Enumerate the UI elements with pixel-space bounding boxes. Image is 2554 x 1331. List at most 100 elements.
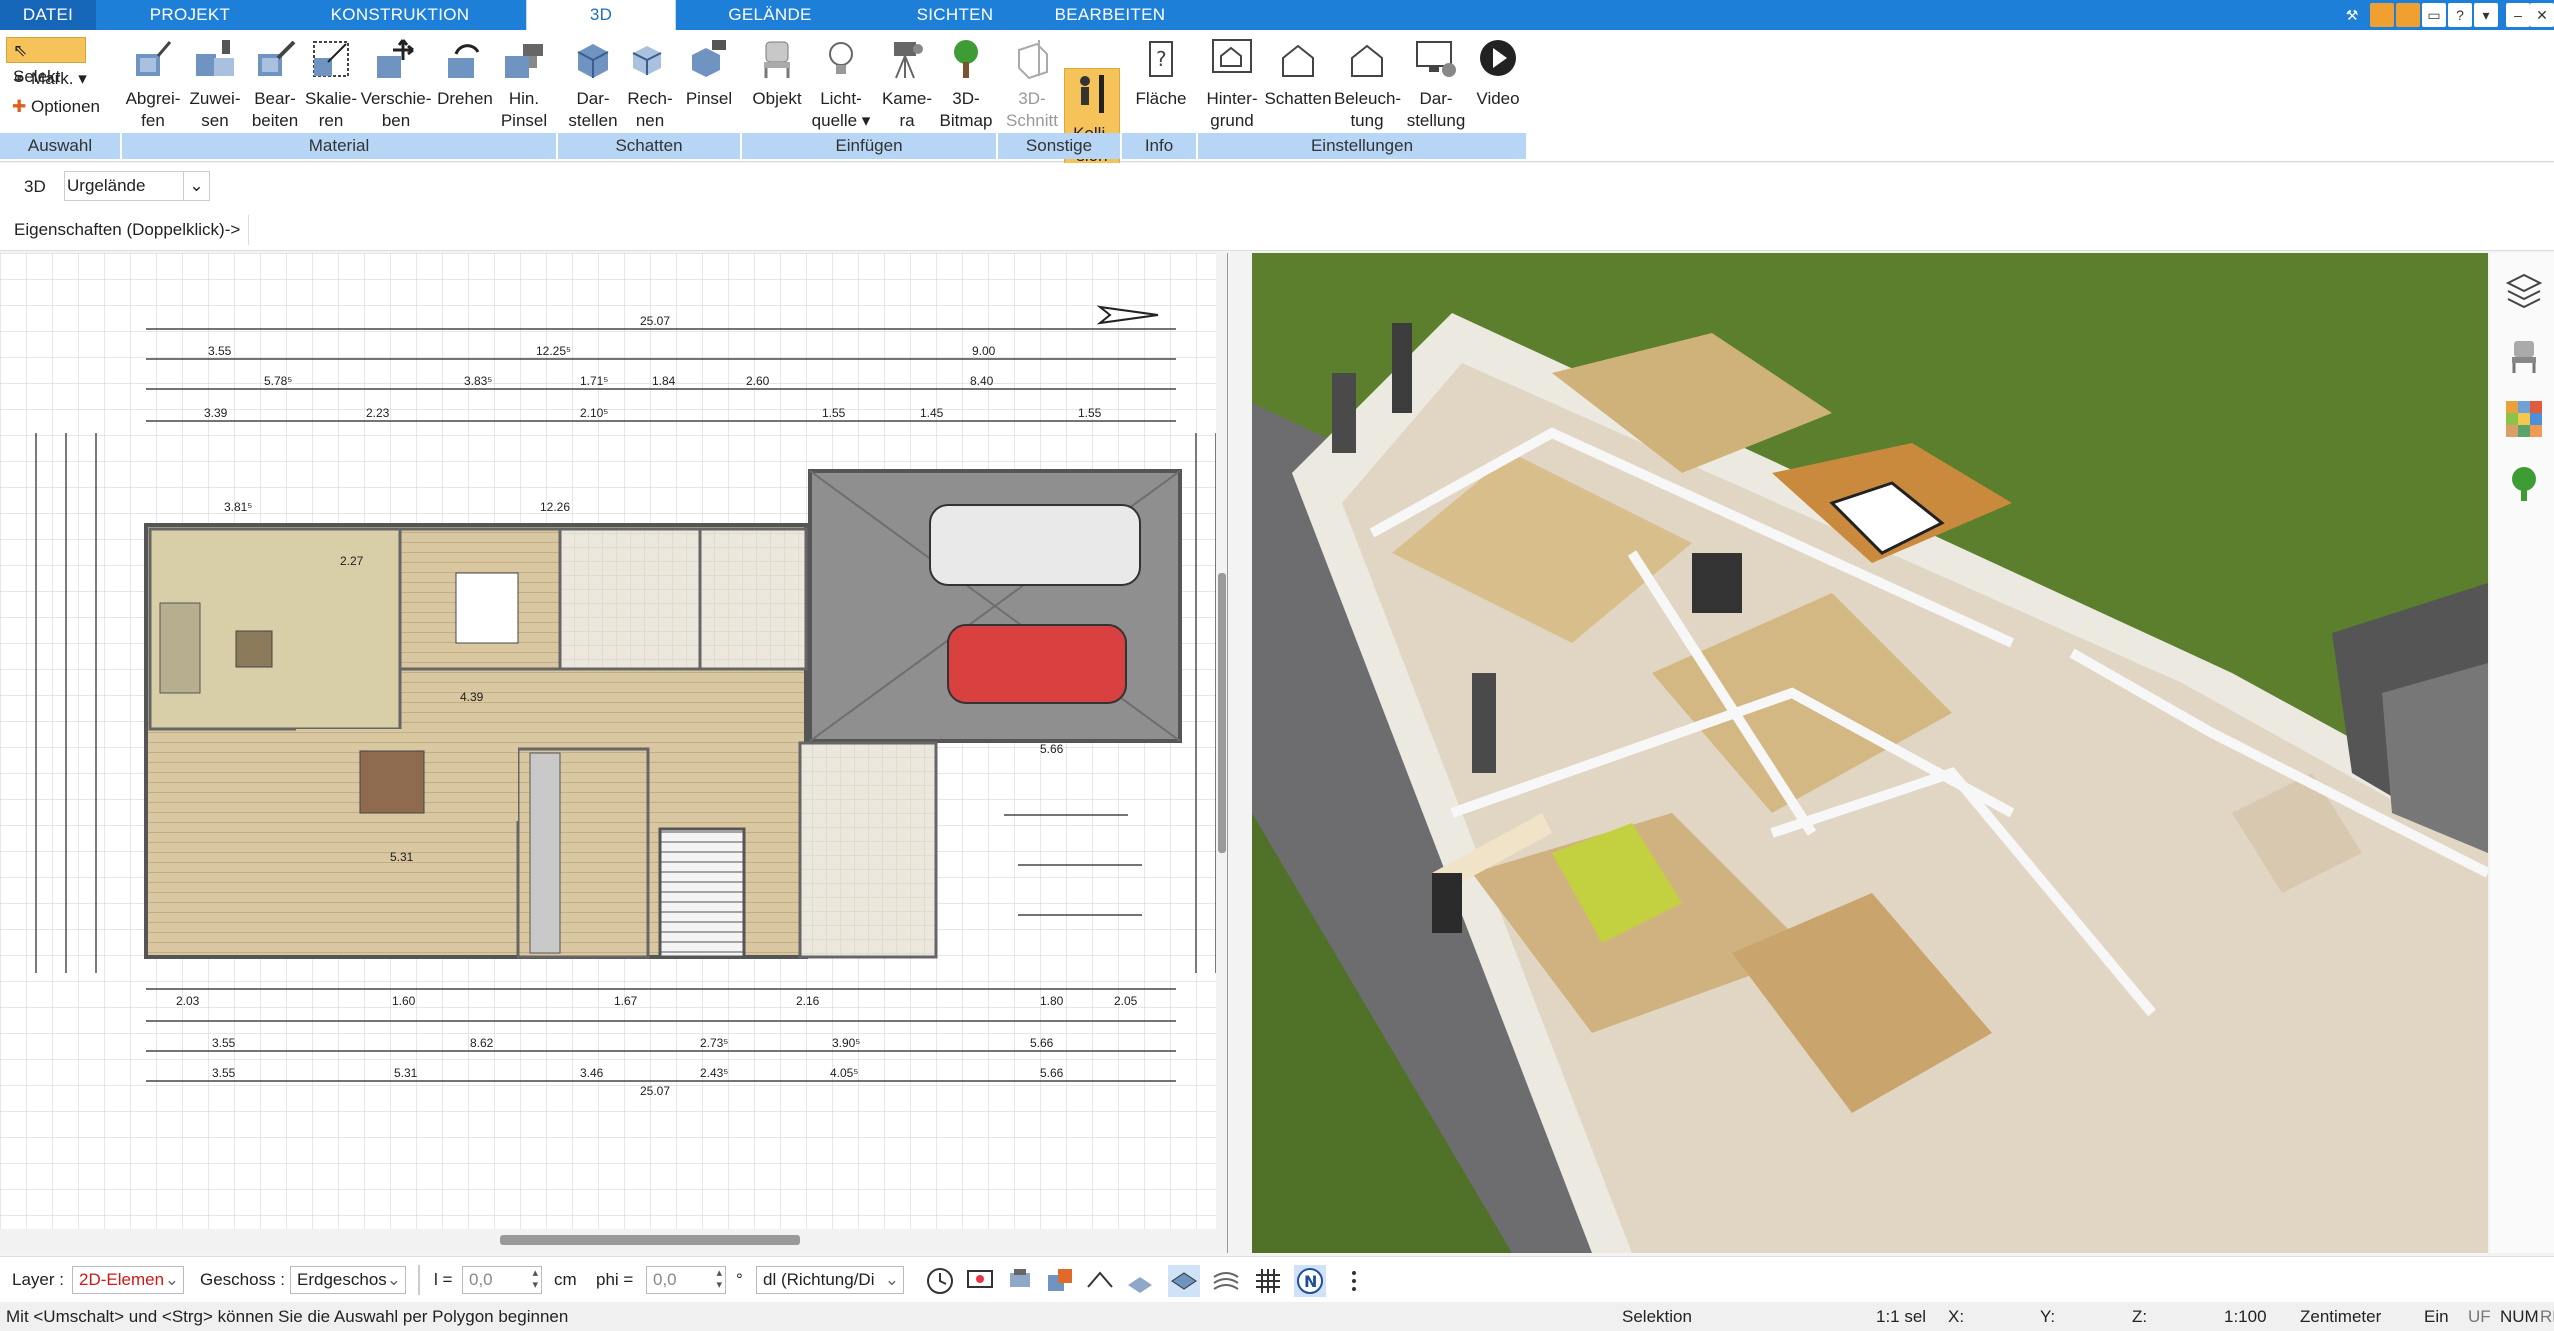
roof-tool-icon[interactable] [1084, 1265, 1116, 1297]
floor-plan-canvas[interactable]: 25.07 3.55 12.25⁵ 9.00 5.78⁵ 3.83⁵ 1.71⁵… [0, 253, 1228, 1253]
tools-icon[interactable]: ⚒ [2340, 3, 2364, 27]
furniture-tool-icon[interactable] [1004, 1265, 1036, 1297]
sofa[interactable] [159, 602, 201, 694]
vertical-scroll-thumb[interactable] [1218, 573, 1226, 853]
dim-label: 3.55 [212, 1036, 236, 1050]
group-einfuegen: Einfügen [742, 133, 998, 159]
terrain-lines-icon[interactable] [1210, 1265, 1242, 1297]
tab-sichten[interactable]: SICHTEN [890, 0, 1020, 30]
kamera-button[interactable]: Kame- ra [876, 36, 938, 132]
window-3d [1392, 323, 1412, 413]
tab-projekt[interactable]: PROJEKT [120, 0, 260, 30]
verschieben-button[interactable]: Verschie- ben [358, 36, 434, 132]
chair-icon [764, 41, 790, 78]
phi-label: phi = [596, 1270, 634, 1289]
plane-view-icon[interactable] [1168, 1265, 1200, 1297]
3d-view[interactable] [1252, 253, 2488, 1253]
tab-bearbeiten[interactable]: BEARBEITEN [1040, 0, 1180, 30]
length-label: l = [434, 1270, 453, 1289]
dim-label: 2.05 [1114, 994, 1138, 1008]
objekt-button[interactable]: Objekt [746, 36, 808, 110]
status-ein: Ein [2424, 1307, 2449, 1326]
schnitt-3d-button[interactable]: 3D- Schnitt [1002, 36, 1062, 132]
close-icon[interactable]: ✕ [2530, 3, 2554, 27]
cube-stack-icon[interactable] [1044, 1265, 1076, 1297]
file-icon[interactable] [2370, 3, 2394, 27]
dining-table[interactable] [359, 750, 425, 814]
beleuchtung-button[interactable]: Beleuch- tung [1334, 36, 1401, 132]
stepper-icon[interactable]: ▴ ▾ [532, 1267, 538, 1291]
length-input[interactable]: 0,0 ▴ ▾ [462, 1266, 542, 1294]
utility-room[interactable] [698, 527, 808, 671]
fridge-3d [1692, 553, 1742, 613]
group-material: Material [122, 133, 558, 159]
phi-input[interactable]: 0,0 ▴ ▾ [646, 1266, 726, 1294]
help-icon[interactable]: ? [2448, 3, 2472, 27]
stepper-icon[interactable]: ▴ ▾ [716, 1267, 722, 1291]
floor-plan-view[interactable]: 25.07 3.55 12.25⁵ 9.00 5.78⁵ 3.83⁵ 1.71⁵… [0, 253, 1228, 1253]
geschoss-select[interactable]: Erdgeschos ⌄ [290, 1266, 406, 1294]
group-auswahl: Auswahl [0, 133, 122, 159]
3d-render-canvas[interactable] [1252, 253, 2488, 1253]
dim-label: 2.73⁵ [700, 1036, 728, 1050]
furniture-icon[interactable] [2504, 335, 2544, 375]
staircase[interactable] [658, 827, 746, 959]
zuweisen-button[interactable]: Zuwei- sen [184, 36, 246, 132]
options-button[interactable]: ✚ Optionen [6, 94, 106, 120]
abgreifen-button[interactable]: Abgrei- fen [122, 36, 184, 132]
hatch-tool-icon[interactable] [1124, 1265, 1156, 1297]
plants-icon[interactable] [2504, 463, 2544, 503]
chevron-down-icon: ⌄ [183, 172, 209, 200]
kitchen-counter[interactable] [529, 752, 561, 954]
guest-bathroom[interactable] [798, 741, 938, 959]
bitmap-3d-button[interactable]: 3D- Bitmap [936, 36, 996, 132]
right-toolbar [2490, 253, 2554, 1253]
window-menu-icon[interactable]: ▾ [2474, 3, 2498, 27]
assign-material-icon [196, 40, 234, 76]
tree-icon [954, 40, 978, 78]
darstellung-button[interactable]: Dar- stellung [1404, 36, 1468, 132]
drehen-button[interactable]: Drehen [434, 36, 496, 110]
hintergrund-button[interactable]: Hinter- grund [1200, 36, 1264, 132]
tab-konstruktion[interactable]: KONSTRUKTION [310, 0, 490, 30]
rechnen-button[interactable]: Rech- nen [622, 36, 678, 132]
room-dim-label: 3.81⁵ [224, 500, 252, 514]
dim-label: 2.23 [366, 406, 390, 420]
mark-tool-button[interactable]: ⚭ Mark. ▾ [6, 66, 93, 92]
more-options-icon[interactable] [1338, 1265, 1370, 1297]
clock-icon[interactable] [924, 1265, 956, 1297]
select-tool-button[interactable]: ⇖ Selekt [6, 37, 86, 86]
direction-select[interactable]: dl (Richtung/Di ⌄ [756, 1266, 904, 1294]
darstellen-button[interactable]: Dar- stellen [562, 36, 624, 132]
tab-gelaende[interactable]: GELÄNDE [700, 0, 840, 30]
restore-icon[interactable]: ▭ [2422, 3, 2446, 27]
minimize-icon[interactable]: – [2506, 3, 2530, 27]
properties-button[interactable]: Eigenschaften (Doppelklick)-> [6, 215, 250, 245]
skalieren-button[interactable]: Skalie- ren [300, 36, 362, 132]
edit-material-icon [258, 40, 296, 76]
horizontal-scroll-thumb[interactable] [500, 1235, 800, 1245]
layers-icon[interactable] [2504, 269, 2544, 309]
terrain-select[interactable]: Urgelände ⌄ [64, 171, 210, 201]
lichtquelle-button[interactable]: Licht- quelle ▾ [808, 36, 874, 132]
flaeche-button[interactable]: ? Fläche [1126, 36, 1196, 110]
coffee-table[interactable] [235, 630, 273, 668]
tab-datei[interactable]: DATEI [0, 0, 96, 30]
materials-icon[interactable] [2504, 399, 2544, 439]
hin-pinsel-button[interactable]: Hin. Pinsel [496, 36, 552, 132]
bearbeiten-button[interactable]: Bear- beiten [244, 36, 306, 132]
video-button[interactable]: Video [1468, 36, 1528, 110]
north-compass-icon[interactable]: N [1294, 1265, 1326, 1297]
schatten-settings-button[interactable]: Schatten [1264, 36, 1332, 110]
tab-3d[interactable]: 3D [526, 0, 676, 32]
bed[interactable] [455, 572, 519, 644]
folder-icon[interactable] [2396, 3, 2420, 27]
layer-select[interactable]: 2D-Elemen ⌄ [72, 1266, 184, 1294]
grid-icon[interactable] [1252, 1265, 1284, 1297]
bathroom[interactable] [558, 527, 702, 671]
car-red[interactable] [947, 624, 1127, 704]
presentation-icon[interactable] [964, 1265, 996, 1297]
shadow-brush-button[interactable]: Pinsel [678, 36, 740, 110]
car-white[interactable] [929, 504, 1141, 586]
section-cut-icon [1018, 40, 1048, 80]
